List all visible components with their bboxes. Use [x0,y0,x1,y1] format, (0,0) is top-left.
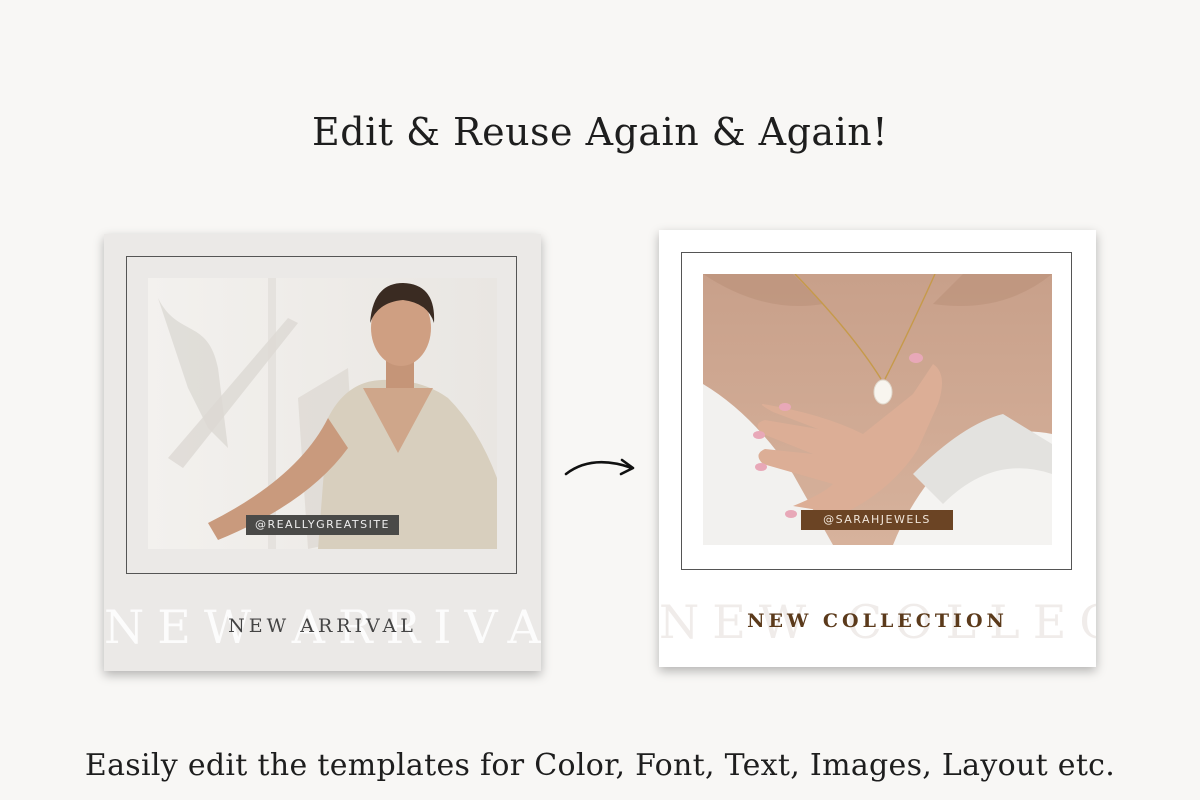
model-photo [148,278,497,549]
card-title: NEW ARRIVAL [228,615,417,637]
social-handle-badge: @SARAHJEWELS [801,510,953,530]
card-title: NEW COLLECTION [747,610,1008,632]
template-card-before: @REALLYGREATSITE NEW ARRIVAL NEW ARRIVAL [104,234,541,671]
page-headline: Edit & Reuse Again & Again! [312,110,888,154]
page-footer: Easily edit the templates for Color, Fon… [84,748,1116,783]
curved-arrow-right-icon [562,452,638,486]
jewelry-photo [703,274,1052,545]
social-handle-badge: @REALLYGREATSITE [246,515,399,535]
template-card-after: @SARAHJEWELS NEW COLLECTION NEW COLLECTI… [659,230,1096,667]
